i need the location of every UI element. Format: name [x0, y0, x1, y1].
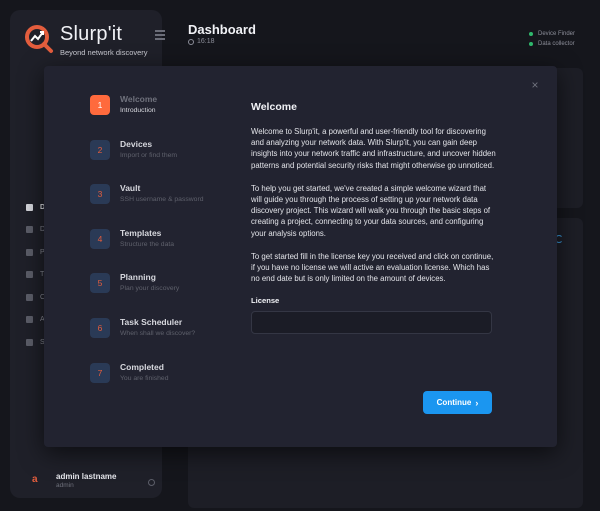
step-number: 2	[90, 139, 110, 160]
step-subtitle: Plan your discovery	[120, 285, 180, 293]
chevron-right-icon: ›	[475, 397, 479, 408]
menu-toggle-icon[interactable]	[155, 30, 165, 40]
brand-logo[interactable]: Slurp'it Beyond network discovery	[24, 24, 148, 57]
step-subtitle: You are finished	[120, 374, 169, 382]
step-number: 7	[90, 362, 110, 383]
grid-icon	[26, 203, 33, 211]
status-label: Device Finder	[538, 31, 576, 37]
user-name: admin lastname	[56, 472, 117, 481]
status-dot-icon	[529, 42, 533, 46]
status-device-finder: Device Finder	[529, 29, 575, 39]
step-subtitle: When shall we discover?	[120, 329, 196, 337]
service-status-list: Device Finder Data collector	[529, 29, 575, 49]
slurpit-logo-icon	[24, 24, 54, 54]
guide-paragraph: To help you get started, we've created a…	[251, 183, 491, 238]
step-number: 4	[90, 228, 110, 249]
step-title: Completed	[120, 361, 164, 372]
brand-tagline: Beyond network discovery	[60, 48, 148, 57]
license-input[interactable]	[251, 311, 492, 335]
license-paragraph: To get started fill in the license key y…	[251, 251, 494, 284]
license-label: License	[251, 296, 280, 306]
status-label: Data collector	[538, 41, 575, 47]
wizard-step-templates[interactable]: 4 Templates Structure the data	[90, 227, 204, 274]
page-title: Dashboard	[188, 22, 256, 37]
sidebar-item-collector[interactable]: C	[26, 286, 45, 309]
user-role: admin	[56, 482, 74, 489]
step-subtitle: Import or find them	[120, 151, 178, 159]
step-number: 5	[90, 273, 110, 294]
intro-paragraph: Welcome to Slurp'it, a powerful and user…	[251, 127, 496, 170]
step-number: 1	[90, 95, 110, 115]
user-profile[interactable]: a admin lastname admin	[32, 472, 162, 489]
close-icon[interactable]: ×	[529, 79, 541, 91]
step-title: Welcome	[120, 94, 158, 104]
wizard-step-completed[interactable]: 7 Completed You are finished	[90, 361, 204, 408]
status-dot-icon	[529, 32, 533, 36]
page-time-value: 16:18	[197, 38, 215, 45]
step-number: 6	[90, 317, 110, 338]
page-time: 16:18	[188, 38, 215, 45]
monitor-icon	[26, 226, 33, 234]
tag-icon	[26, 271, 33, 279]
gear-icon	[26, 338, 33, 346]
step-title: Templates	[120, 227, 162, 238]
sidebar-item-dashboard[interactable]: D	[26, 196, 45, 219]
step-subtitle: Introduction	[120, 107, 156, 114]
sidebar-item-devices[interactable]: D	[26, 219, 45, 242]
wizard-step-planning[interactable]: 5 Planning Plan your discovery	[90, 272, 204, 318]
step-title: Devices	[120, 138, 153, 149]
wizard-step-vault[interactable]: 3 Vault SSH username & password	[90, 183, 204, 229]
user-settings-icon[interactable]	[148, 479, 155, 486]
sidebar-item-settings[interactable]: S	[26, 331, 45, 354]
welcome-wizard-modal: × 1 Welcome Introduction 2 Devices Impor…	[44, 66, 557, 447]
wizard-steps: 1 Welcome Introduction 2 Devices Import …	[90, 94, 204, 408]
wizard-heading: Welcome	[251, 101, 297, 113]
pencil-icon	[26, 248, 33, 256]
continue-button[interactable]: Continue ›	[423, 391, 492, 414]
avatar: a	[32, 473, 38, 485]
sidebar-item-planning[interactable]: P	[26, 241, 45, 264]
wizard-content: Welcome Welcome to Slurp'it, a powerful …	[251, 101, 496, 335]
sidebar-item-admin[interactable]: A	[26, 309, 45, 332]
database-icon	[26, 293, 33, 301]
step-subtitle: SSH username & password	[120, 196, 204, 204]
wizard-step-task-scheduler[interactable]: 6 Task Scheduler When shall we discover?	[90, 316, 204, 363]
status-data-collector: Data collector	[529, 39, 575, 49]
brand-name: Slurp'it	[60, 23, 123, 45]
sidebar-item-templates[interactable]: T	[26, 264, 45, 287]
step-number: 3	[90, 184, 110, 205]
wizard-step-devices[interactable]: 2 Devices Import or find them	[90, 138, 204, 185]
step-subtitle: Structure the data	[120, 240, 175, 248]
wizard-step-welcome[interactable]: 1 Welcome Introduction	[90, 94, 204, 140]
step-title: Planning	[120, 272, 156, 283]
sidebar-nav: D D P T C A S	[26, 196, 45, 354]
continue-label: Continue	[436, 398, 472, 407]
clock-icon	[188, 38, 194, 45]
step-title: Vault	[120, 183, 141, 194]
users-icon	[26, 316, 33, 324]
step-title: Task Scheduler	[120, 316, 183, 327]
